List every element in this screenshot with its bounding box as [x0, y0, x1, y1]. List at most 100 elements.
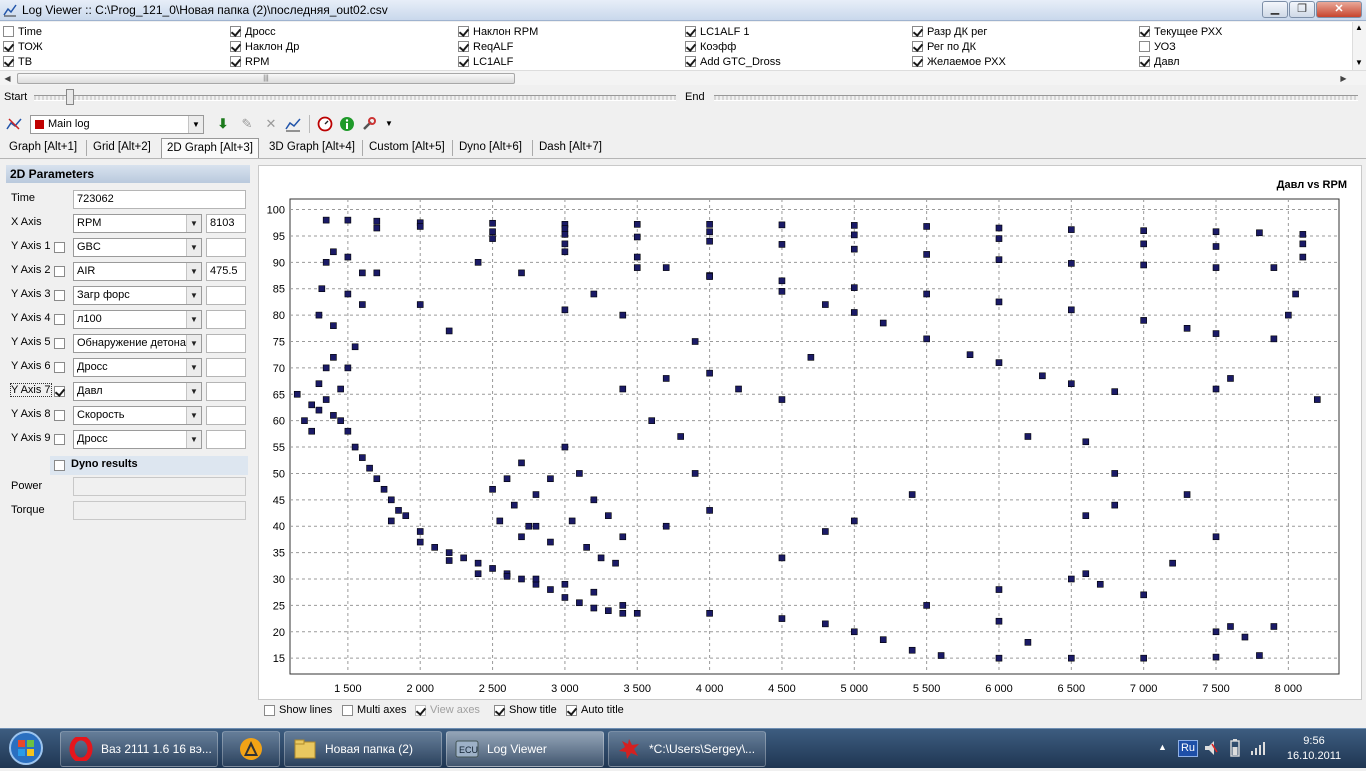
- graph-icon[interactable]: [285, 116, 301, 132]
- yaxis-select[interactable]: л100 ▼: [73, 310, 202, 329]
- chevron-down-icon[interactable]: ▼: [186, 287, 201, 304]
- yaxis-checkbox[interactable]: [54, 434, 65, 445]
- channel-checkbox[interactable]: [685, 26, 696, 37]
- channel-checkbox-item[interactable]: Давл: [1139, 54, 1180, 69]
- chart-option[interactable]: Multi axes: [342, 704, 407, 716]
- signal-icon[interactable]: [1250, 740, 1266, 759]
- scroll-up-icon[interactable]: ▲: [1355, 23, 1363, 32]
- yaxis-checkbox[interactable]: [54, 314, 65, 325]
- chart-option-checkbox[interactable]: [566, 704, 577, 716]
- channel-vertical-scrollbar[interactable]: ▲ ▼: [1352, 22, 1366, 70]
- scroll-right-icon[interactable]: ▶: [1336, 71, 1351, 86]
- channel-checkbox-item[interactable]: Текущее РХХ: [1139, 24, 1222, 39]
- tab-4[interactable]: 3D Graph [Alt+4]: [264, 138, 360, 158]
- gauge-icon[interactable]: [317, 116, 333, 132]
- chevron-down-icon[interactable]: ▼: [186, 359, 201, 376]
- tab-3[interactable]: 2D Graph [Alt+3]: [161, 138, 259, 158]
- channel-checkbox-item[interactable]: Time: [3, 24, 42, 39]
- start-slider-handle[interactable]: [66, 89, 74, 105]
- taskbar-app-2[interactable]: [222, 731, 280, 767]
- battery-icon[interactable]: [1229, 739, 1241, 760]
- channel-horizontal-scrollbar[interactable]: ◀ ||| ▶: [0, 70, 1366, 85]
- chevron-down-icon[interactable]: ▼: [186, 239, 201, 256]
- yaxis-select[interactable]: Дросс ▼: [73, 358, 202, 377]
- yaxis-checkbox[interactable]: [54, 386, 65, 397]
- dyno-results-checkbox[interactable]: [54, 460, 65, 471]
- channel-checkbox[interactable]: [458, 41, 469, 52]
- scroll-thumb[interactable]: |||: [17, 73, 515, 84]
- channel-checkbox-item[interactable]: УОЗ: [1139, 39, 1176, 54]
- tab-7[interactable]: Dash [Alt+7]: [534, 138, 607, 158]
- yaxis-value-field[interactable]: [206, 238, 246, 257]
- chart-option[interactable]: Show title: [494, 704, 557, 716]
- tab-1[interactable]: Graph [Alt+1]: [4, 138, 82, 158]
- channel-checkbox[interactable]: [912, 56, 923, 67]
- chevron-down-icon[interactable]: ▼: [186, 431, 201, 448]
- chevron-down-icon[interactable]: ▼: [186, 311, 201, 328]
- yaxis-checkbox[interactable]: [54, 266, 65, 277]
- taskbar-opera[interactable]: Ваз 2111 1.6 16 вэ...: [60, 731, 218, 767]
- yaxis-checkbox[interactable]: [54, 362, 65, 373]
- yaxis-select[interactable]: AIR ▼: [73, 262, 202, 281]
- channel-checkbox[interactable]: [1139, 56, 1150, 67]
- yaxis-select[interactable]: Загр форс ▼: [73, 286, 202, 305]
- chart-settings-icon[interactable]: [6, 116, 22, 132]
- chevron-down-icon[interactable]: ▼: [186, 215, 201, 232]
- yaxis-value-field[interactable]: [206, 286, 246, 305]
- channel-checkbox[interactable]: [3, 41, 14, 52]
- yaxis-value-field[interactable]: [206, 406, 246, 425]
- taskbar-logviewer[interactable]: ECU Log Viewer: [446, 731, 604, 767]
- channel-checkbox[interactable]: [3, 26, 14, 37]
- tray-expand-icon[interactable]: ▲: [1158, 742, 1167, 752]
- channel-checkbox[interactable]: [685, 41, 696, 52]
- maximize-button[interactable]: ❐: [1289, 1, 1315, 18]
- xaxis-select[interactable]: RPM ▼: [73, 214, 202, 233]
- tab-5[interactable]: Custom [Alt+5]: [364, 138, 450, 158]
- yaxis-value-field[interactable]: [206, 430, 246, 449]
- yaxis-select[interactable]: Давл ▼: [73, 382, 202, 401]
- channel-checkbox-item[interactable]: Дросс: [230, 24, 276, 39]
- chevron-down-icon[interactable]: ▼: [186, 263, 201, 280]
- end-slider[interactable]: [714, 95, 1358, 101]
- language-indicator[interactable]: Ru: [1178, 740, 1198, 757]
- xaxis-value-field[interactable]: 8103: [206, 214, 246, 233]
- volume-icon[interactable]: [1204, 740, 1218, 759]
- channel-checkbox-item[interactable]: ТВ: [3, 54, 32, 69]
- log-select[interactable]: Main log ▼: [30, 115, 204, 134]
- minimize-button[interactable]: ▁: [1262, 1, 1288, 18]
- chart-option-checkbox[interactable]: [342, 704, 353, 716]
- channel-checkbox-item[interactable]: Наклон Др: [230, 39, 299, 54]
- tab-6[interactable]: Dyno [Alt+6]: [454, 138, 527, 158]
- channel-checkbox-item[interactable]: LC1ALF: [458, 54, 513, 69]
- taskbar-editor[interactable]: *C:\Users\Sergey\...: [608, 731, 766, 767]
- channel-checkbox-item[interactable]: Рег по ДК: [912, 39, 976, 54]
- chart-option[interactable]: Show lines: [264, 704, 332, 716]
- close-button[interactable]: ✕: [1316, 1, 1362, 18]
- chart-option-checkbox[interactable]: [494, 704, 505, 716]
- channel-checkbox[interactable]: [230, 56, 241, 67]
- yaxis-checkbox[interactable]: [54, 338, 65, 349]
- channel-checkbox-item[interactable]: RPM: [230, 54, 269, 69]
- channel-checkbox-item[interactable]: LC1ALF 1: [685, 24, 750, 39]
- channel-checkbox-item[interactable]: Наклон RPM: [458, 24, 538, 39]
- channel-checkbox[interactable]: [458, 26, 469, 37]
- yaxis-checkbox[interactable]: [54, 290, 65, 301]
- yaxis-select[interactable]: Скорость ▼: [73, 406, 202, 425]
- yaxis-select[interactable]: GBC ▼: [73, 238, 202, 257]
- channel-checkbox[interactable]: [3, 56, 14, 67]
- channel-checkbox-item[interactable]: Add GTC_Dross: [685, 54, 781, 69]
- chart-option-checkbox[interactable]: [264, 704, 275, 716]
- yaxis-value-field[interactable]: [206, 310, 246, 329]
- channel-checkbox-item[interactable]: ReqALF: [458, 39, 513, 54]
- tools-icon[interactable]: [361, 116, 377, 132]
- chevron-down-icon[interactable]: ▼: [186, 383, 201, 400]
- channel-checkbox-item[interactable]: Желаемое РХХ: [912, 54, 1006, 69]
- scatter-chart-panel[interactable]: 1 500 2 000 2 500 3 000 3 500 4 000 4 500 5 000…: [258, 165, 1362, 700]
- yaxis-checkbox[interactable]: [54, 410, 65, 421]
- yaxis-select[interactable]: Обнаружение детона ▼: [73, 334, 202, 353]
- yaxis-select[interactable]: Дросс ▼: [73, 430, 202, 449]
- scatter-chart[interactable]: 1 500 2 000 2 500 3 000 3 500 4 000 4 500 5 000…: [259, 166, 1361, 699]
- yaxis-value-field[interactable]: 475.5: [206, 262, 246, 281]
- channel-checkbox[interactable]: [1139, 26, 1150, 37]
- download-arrow-icon[interactable]: ⬇: [215, 116, 231, 132]
